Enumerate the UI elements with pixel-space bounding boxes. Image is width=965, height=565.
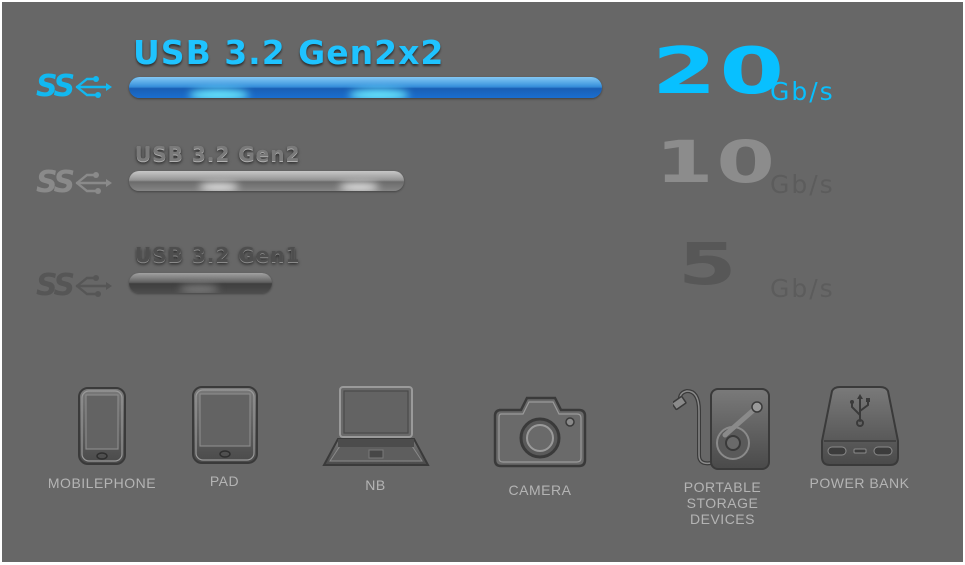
camera-icon	[493, 396, 587, 468]
device-camera: CAMERA	[490, 392, 590, 498]
power-bank-icon	[820, 386, 899, 466]
device-label: PORTABLE STORAGE DEVICES	[683, 479, 762, 527]
superspeed-logo: SS	[36, 271, 113, 301]
speed-value: 10	[655, 128, 778, 196]
bar-glint	[189, 89, 249, 98]
superspeed-logo: SS	[36, 168, 113, 198]
usb-trident-icon	[75, 76, 113, 98]
bar-glint	[199, 183, 239, 191]
device-label: POWER BANK	[809, 475, 910, 491]
speed-value: 20	[652, 35, 787, 109]
speed-unit: Gb/s	[770, 77, 835, 106]
bar-glint	[339, 183, 379, 191]
laptop-icon	[321, 386, 430, 466]
superspeed-logo: SS	[36, 72, 113, 102]
usb-trident-icon	[75, 172, 113, 194]
speed-unit: Gb/s	[770, 170, 835, 199]
mobile-phone-icon	[78, 387, 126, 465]
device-nb: NB	[318, 385, 433, 493]
speed-bar	[129, 273, 272, 293]
speed-value: 5	[678, 230, 740, 298]
speed-unit: Gb/s	[770, 274, 835, 303]
device-pad: PAD	[182, 385, 267, 489]
portable-storage-icon	[672, 388, 770, 470]
speed-bar	[129, 77, 602, 98]
speed-bar	[129, 171, 404, 191]
usb-version-label: USB 3.2 Gen1	[135, 243, 301, 267]
device-label: PAD	[209, 473, 240, 489]
ss-logo-text: SS	[36, 165, 75, 200]
usb-version-label: USB 3.2 Gen2	[135, 142, 301, 166]
ss-logo-text: SS	[36, 268, 75, 303]
device-power-bank: POWER BANK	[797, 385, 922, 491]
usb-trident-icon	[75, 275, 113, 297]
device-label: NB	[365, 477, 386, 493]
device-mobilephone: MOBILEPHONE	[37, 385, 167, 491]
bar-glint	[179, 285, 219, 293]
usb-version-label: USB 3.2 Gen2x2	[133, 33, 445, 72]
bar-glint	[349, 89, 409, 98]
device-label: MOBILEPHONE	[47, 475, 157, 491]
device-label: CAMERA	[508, 482, 572, 498]
usb-speed-comparison-panel: SS USB 3.2 Gen2x2 20 Gb/s SS USB 3.2 Gen…	[2, 2, 963, 562]
ss-logo-text: SS	[36, 69, 75, 104]
tablet-icon	[191, 386, 258, 464]
device-portable-storage: PORTABLE STORAGE DEVICES	[655, 385, 790, 527]
